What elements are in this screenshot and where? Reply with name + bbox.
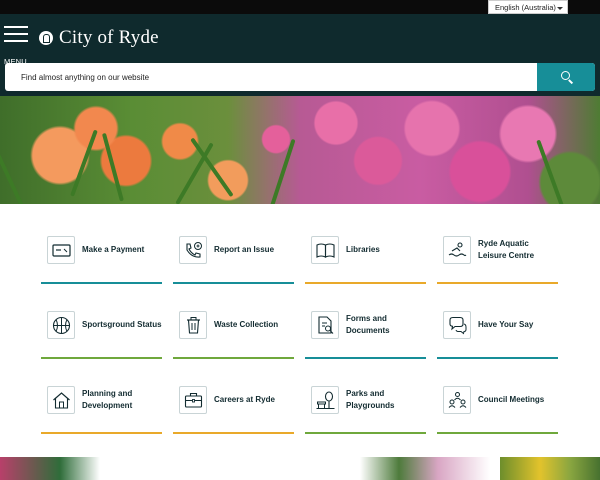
hamburger-icon-bar	[4, 40, 28, 42]
quick-link-underline	[305, 357, 426, 359]
quick-link-label: Make a Payment	[82, 245, 145, 254]
quick-link-make-a-payment[interactable]: Make a Payment	[41, 226, 162, 284]
quick-link-sportsground-status[interactable]: Sportsground Status	[41, 301, 162, 359]
logo-text: City of Ryde	[59, 27, 159, 48]
leaf-shape	[536, 139, 564, 204]
quick-links-grid: Make a Payment Report an Issue Libraries…	[41, 226, 559, 436]
quick-link-underline	[173, 357, 294, 359]
quick-link-parks-and-playgrounds[interactable]: Parks and Playgrounds	[305, 376, 426, 434]
quick-link-label: Waste Collection	[214, 320, 279, 329]
footer-floral-right	[500, 457, 600, 480]
payment-card-icon	[47, 236, 75, 264]
quick-link-label: Careers at Ryde	[214, 395, 275, 404]
site-logo[interactable]: City of Ryde	[39, 27, 159, 49]
quick-link-underline	[41, 432, 162, 434]
document-search-icon	[311, 311, 339, 339]
quick-link-careers-at-ryde[interactable]: Careers at Ryde	[173, 376, 294, 434]
bin-icon	[179, 311, 207, 339]
quick-link-ryde-aquatic-leisure-centre[interactable]: Ryde Aquatic Leisure Centre	[437, 226, 558, 284]
park-tree-icon	[311, 386, 339, 414]
quick-link-underline	[305, 432, 426, 434]
quick-link-label: Have Your Say	[478, 320, 534, 329]
chevron-down-icon	[557, 7, 563, 10]
quick-link-label: Libraries	[346, 245, 380, 254]
quick-link-underline	[173, 282, 294, 284]
report-phone-icon	[179, 236, 207, 264]
site-search	[5, 63, 595, 91]
quick-link-underline	[41, 282, 162, 284]
quick-link-underline	[437, 432, 558, 434]
quick-link-have-your-say[interactable]: Have Your Say	[437, 301, 558, 359]
quick-link-planning-and-development[interactable]: Planning and Development	[41, 376, 162, 434]
top-utility-bar: English (Australia)	[0, 0, 600, 14]
quick-link-libraries[interactable]: Libraries	[305, 226, 426, 284]
language-select[interactable]: English (Australia)	[488, 0, 568, 14]
quick-link-label: Ryde Aquatic Leisure Centre	[478, 239, 535, 260]
speech-bubbles-icon	[443, 311, 471, 339]
quick-link-forms-and-documents[interactable]: Forms and Documents	[305, 301, 426, 359]
quick-link-underline	[305, 282, 426, 284]
quick-link-label: Sportsground Status	[82, 320, 162, 329]
leaf-shape	[101, 132, 124, 202]
quick-link-report-an-issue[interactable]: Report an Issue	[173, 226, 294, 284]
hamburger-icon	[4, 26, 28, 28]
search-button[interactable]	[537, 63, 595, 91]
quick-link-underline	[173, 432, 294, 434]
open-book-icon	[311, 236, 339, 264]
search-input[interactable]	[5, 63, 535, 91]
site-header: MENU City of Ryde	[0, 14, 600, 96]
people-meeting-icon	[443, 386, 471, 414]
leaf-shape	[70, 129, 98, 197]
swimmer-icon	[443, 236, 471, 264]
search-icon-handle	[568, 79, 574, 84]
hamburger-icon-bar	[4, 33, 28, 35]
leaf-shape	[0, 141, 24, 204]
basketball-icon	[47, 311, 75, 339]
quick-link-waste-collection[interactable]: Waste Collection	[173, 301, 294, 359]
leaf-shape	[270, 138, 296, 204]
menu-button[interactable]: MENU	[4, 26, 30, 66]
quick-link-label: Planning and Development	[82, 389, 133, 410]
quick-link-label: Council Meetings	[478, 395, 545, 404]
footer-floral-left	[0, 457, 100, 480]
quick-link-underline	[41, 357, 162, 359]
quick-link-underline	[437, 357, 558, 359]
quick-link-council-meetings[interactable]: Council Meetings	[437, 376, 558, 434]
footer-floral-middle	[360, 457, 490, 480]
quick-link-label: Parks and Playgrounds	[346, 389, 395, 410]
hero-banner-image	[0, 96, 600, 204]
footer-decorative-image	[0, 457, 600, 480]
quick-link-label: Forms and Documents	[346, 314, 390, 335]
briefcase-icon	[179, 386, 207, 414]
quick-link-label: Report an Issue	[214, 245, 275, 254]
house-icon	[47, 386, 75, 414]
logo-mark-icon	[39, 31, 53, 45]
leaf-shape	[175, 142, 214, 204]
language-select-value: English (Australia)	[495, 3, 556, 12]
quick-link-underline	[437, 282, 558, 284]
